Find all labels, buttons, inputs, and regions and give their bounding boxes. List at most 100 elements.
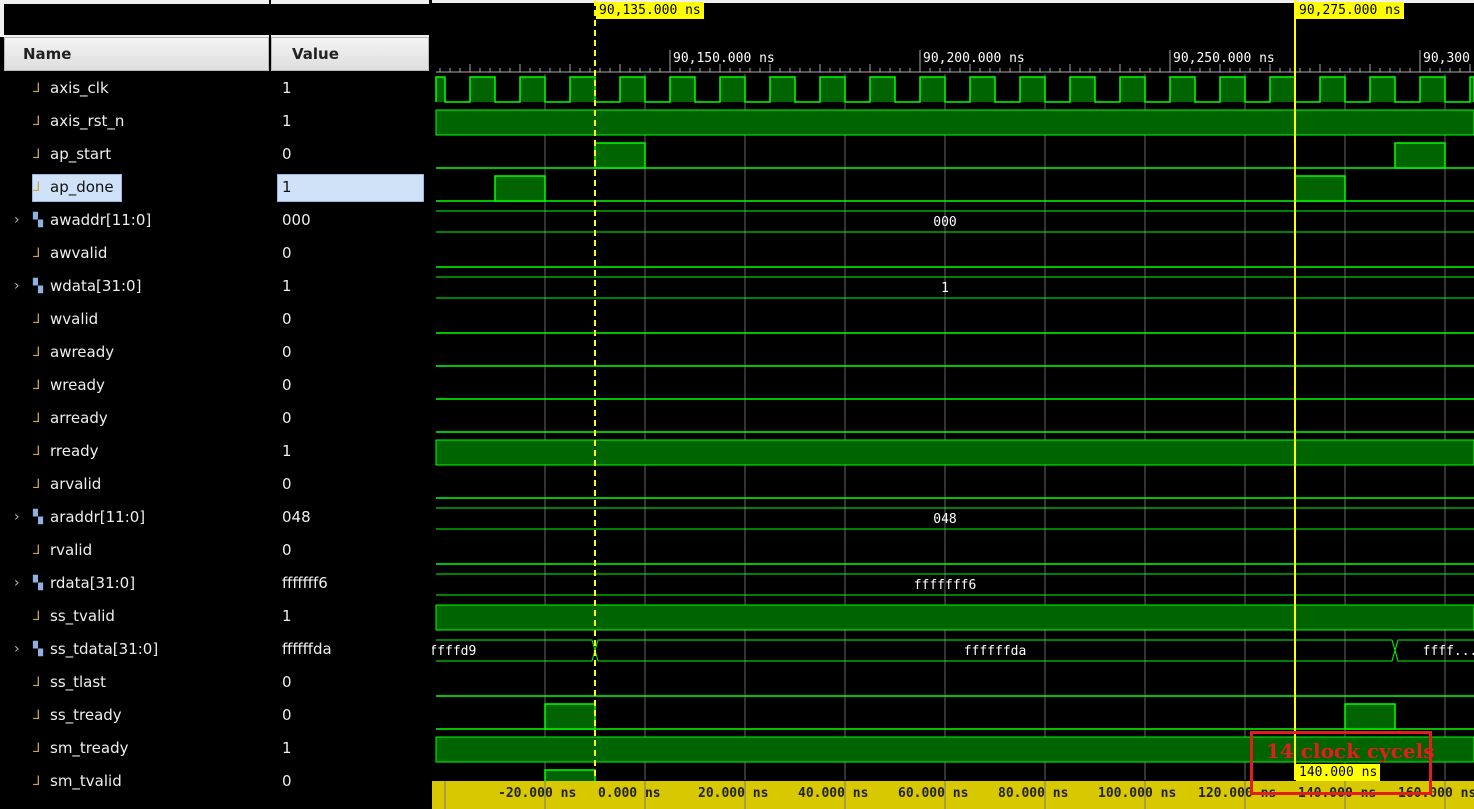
signal-value: fffffff6 (282, 574, 328, 592)
ss_tvalid-high (435, 604, 1474, 631)
signal-name-row[interactable]: ⅃ sm_tready (0, 732, 269, 765)
signal-value-row[interactable]: fffffff6 (277, 567, 429, 600)
signal-name-label: ss_tready (50, 706, 122, 724)
signal-name-row[interactable]: ⅃ ss_tvalid (0, 600, 269, 633)
clock-high-fill (1370, 77, 1395, 102)
signal-value-row[interactable]: 0 (277, 138, 429, 171)
signal-name-label: ap_done (50, 178, 114, 196)
bit-signal-icon: ⅃ (33, 81, 41, 96)
signal-value-row[interactable]: 0 (277, 468, 429, 501)
signal-name-row[interactable]: ⅃ ap_start (0, 138, 269, 171)
signal-value: 0 (282, 145, 292, 163)
signal-name-row[interactable]: ⅃ awready (0, 336, 269, 369)
signal-value-row[interactable]: 0 (277, 402, 429, 435)
signal-value: 0 (282, 244, 292, 262)
signal-name-label: araddr[11:0] (50, 508, 146, 526)
signal-name-label: ap_start (50, 145, 112, 163)
signal-value-row[interactable]: 0 (277, 699, 429, 732)
clock-high-fill (1220, 77, 1245, 102)
signal-name-row[interactable]: ⅃ sm_tvalid (0, 765, 269, 798)
rready-high (435, 439, 1474, 466)
signal-value-row[interactable]: ffffffda (277, 633, 429, 666)
signal-name-row[interactable]: ⅃ wready (0, 369, 269, 402)
waveform-viewer[interactable]: 90,150.000 ns 90,200.000 ns 90,250.000 ns 9… (432, 0, 1474, 809)
signal-value-row[interactable]: 1 (277, 72, 429, 105)
signal-name-label: axis_rst_n (50, 112, 125, 130)
signal-value-row[interactable]: 0 (277, 237, 429, 270)
signal-value: 0 (282, 706, 292, 724)
rdata[31:0]-bus-value: fffffff6 (914, 578, 977, 593)
clock-high-fill (670, 77, 695, 102)
signal-name-row[interactable]: › ▚ wdata[31:0] (0, 270, 269, 303)
signal-value-row[interactable]: 1 (277, 600, 429, 633)
signal-value: 1 (282, 442, 292, 460)
signal-name-row[interactable]: ⅃ axis_clk (0, 72, 269, 105)
signal-name-row[interactable]: ⅃ rvalid (0, 534, 269, 567)
signal-value: 048 (282, 508, 311, 526)
signal-name-row[interactable]: › ▚ araddr[11:0] (0, 501, 269, 534)
signal-value-row[interactable]: 0 (277, 336, 429, 369)
signal-name-row[interactable]: ⅃ arvalid (0, 468, 269, 501)
signal-name-label: wready (50, 376, 105, 394)
second-cursor-label[interactable]: 90,275.000 ns (1296, 2, 1404, 19)
clock-high-fill (620, 77, 645, 102)
name-column-top (0, 0, 269, 37)
signal-name-row[interactable]: ⅃ awvalid (0, 237, 269, 270)
signal-name-label: ss_tdata[31:0] (50, 640, 159, 658)
bottom-tick-label: 60.000 ns (898, 786, 968, 801)
value-column-header[interactable]: Value (271, 37, 429, 71)
signal-value-row[interactable]: 1 (277, 105, 429, 138)
clock-high-fill (470, 77, 495, 102)
signal-name-row[interactable]: ⅃ ss_tlast (0, 666, 269, 699)
signal-name-row[interactable]: › ▚ ss_tdata[31:0] (0, 633, 269, 666)
signal-value-row[interactable]: 048 (277, 501, 429, 534)
signal-name-row[interactable]: › ▚ awaddr[11:0] (0, 204, 269, 237)
signal-value: 1 (282, 112, 292, 130)
ruler-tick-label: 90,150.000 ns (673, 51, 775, 66)
clock-high-fill (520, 77, 545, 102)
main-cursor-label[interactable]: 90,135.000 ns (596, 2, 704, 19)
ruler-tick-label: 90,250.000 ns (1173, 51, 1275, 66)
signal-value-row[interactable]: 1 (277, 270, 429, 303)
signal-name-row[interactable]: ⅃ rready (0, 435, 269, 468)
awaddr[11:0]-bus-value: 000 (933, 215, 956, 230)
signal-name-row[interactable]: ⅃ wvalid (0, 303, 269, 336)
bit-signal-icon: ⅃ (33, 114, 41, 129)
signal-name-label: wdata[31:0] (50, 277, 142, 295)
signal-value-row[interactable]: 000 (277, 204, 429, 237)
signal-name-row[interactable]: ⅃ arready (0, 402, 269, 435)
expand-chevron-icon[interactable]: › (14, 270, 20, 303)
signal-name-row[interactable]: ⅃ ap_done (0, 171, 269, 204)
signal-value-row[interactable]: 1 (277, 732, 429, 765)
bit-signal-icon: ⅃ (33, 246, 41, 261)
signal-value-row[interactable]: 0 (277, 369, 429, 402)
signal-value-row[interactable]: 1 (277, 435, 429, 468)
signal-name-row[interactable]: ⅃ ss_tready (0, 699, 269, 732)
expand-chevron-icon[interactable]: › (14, 204, 20, 237)
ss_tready-pulse (544, 703, 596, 730)
signal-value: 0 (282, 310, 292, 328)
signal-name-row[interactable]: › ▚ rdata[31:0] (0, 567, 269, 600)
bus-signal-icon: ▚ (33, 510, 43, 525)
expand-chevron-icon[interactable]: › (14, 567, 20, 600)
signal-name-label: awready (50, 343, 115, 361)
signal-name-label: rdata[31:0] (50, 574, 136, 592)
expand-chevron-icon[interactable]: › (14, 633, 20, 666)
waveform-canvas[interactable]: 90,150.000 ns 90,200.000 ns 90,250.000 ns 9… (432, 0, 1474, 809)
ap_done-pulse (1294, 175, 1346, 202)
clock-high-fill (970, 77, 995, 102)
araddr[11:0]-bus-value: 048 (933, 512, 956, 527)
clock-high-fill (820, 77, 845, 102)
ss_tdata-value: ffff... (1423, 644, 1474, 659)
signal-value-row[interactable]: 0 (277, 534, 429, 567)
name-column-header[interactable]: Name (4, 37, 269, 71)
signal-value-row[interactable]: 0 (277, 666, 429, 699)
expand-chevron-icon[interactable]: › (14, 501, 20, 534)
signal-value-row[interactable]: 1 (277, 171, 429, 204)
clock-high-fill (1020, 77, 1045, 102)
signal-value-row[interactable]: 0 (277, 303, 429, 336)
signal-name-row[interactable]: ⅃ axis_rst_n (0, 105, 269, 138)
signal-value-row[interactable]: 0 (277, 765, 429, 798)
bit-signal-icon: ⅃ (33, 477, 41, 492)
bit-signal-icon: ⅃ (33, 774, 41, 789)
